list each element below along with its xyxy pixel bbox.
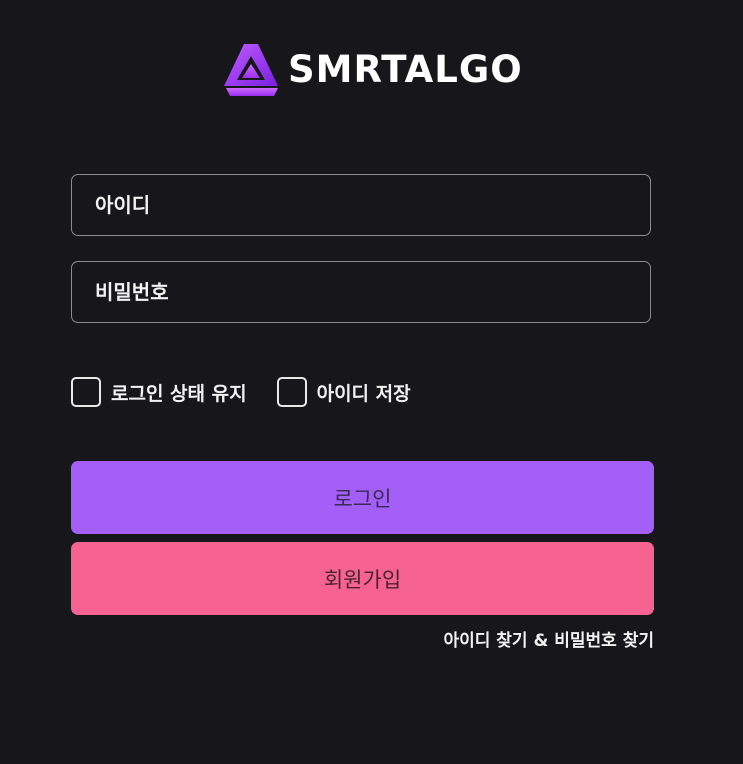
id-input[interactable] xyxy=(72,175,650,235)
password-field-container xyxy=(71,261,651,323)
signup-button[interactable]: 회원가입 xyxy=(71,542,654,615)
id-field-container xyxy=(71,174,651,236)
save-id-checkbox[interactable] xyxy=(276,377,307,407)
find-id-password-link[interactable]: 아이디 찾기 & 비밀번호 찾기 xyxy=(443,626,654,651)
login-options: 로그인 상태 유지 아이디 저장 xyxy=(71,375,411,409)
login-page: SMRTALGO 로그인 상태 유지 아이디 저장 로그인 회원가입 아이디 찾… xyxy=(0,0,743,764)
keep-login-label: 로그인 상태 유지 xyxy=(111,382,247,405)
brand-name: SMRTALGO xyxy=(288,48,523,91)
triangle-logo-icon xyxy=(224,44,278,96)
keep-login-checkbox[interactable] xyxy=(71,377,101,407)
password-input[interactable] xyxy=(72,262,650,322)
login-button[interactable]: 로그인 xyxy=(71,461,654,534)
save-id-option[interactable]: 아이디 저장 xyxy=(276,377,411,407)
save-id-label: 아이디 저장 xyxy=(316,382,411,405)
keep-login-option[interactable]: 로그인 상태 유지 xyxy=(71,377,247,407)
brand-logo: SMRTALGO xyxy=(222,42,523,98)
